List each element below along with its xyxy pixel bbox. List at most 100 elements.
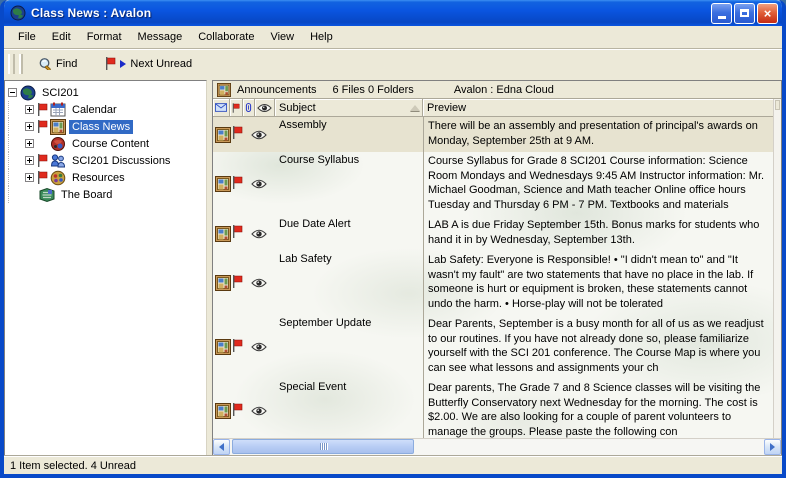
menu-message[interactable]: Message [130,28,191,46]
search-icon [38,57,52,70]
news-document-icon [215,275,231,291]
message-row-assembly[interactable]: Assembly There will be an assembly and p… [213,117,773,152]
unread-flag-icon [37,103,48,116]
expand-plus-icon[interactable] [25,173,34,182]
horizontal-scrollbar[interactable] [213,438,781,455]
column-message-icon[interactable] [213,99,230,116]
message-preview: LAB A is due Friday September 15th. Bonu… [423,216,773,251]
message-preview: There will be an assembly and presentati… [423,117,773,152]
tree-item-label: SCI201 [39,86,82,100]
unread-flag-icon [232,403,243,416]
toolbar-grip-handle[interactable] [8,54,15,74]
discussions-icon [50,153,66,169]
close-button[interactable]: × [757,3,778,24]
globe-icon [20,85,36,101]
message-row-course-syllabus[interactable]: Course Syllabus Course Syllabus for Grad… [213,152,773,216]
toolbar-grip-handle-2[interactable] [19,54,23,74]
find-button[interactable]: Find [31,53,84,74]
tree-connector [8,186,25,203]
tree-item-sci201-root[interactable]: SCI201 [8,84,206,101]
maximize-button[interactable] [734,3,755,24]
news-document-icon [215,127,231,143]
tree-connector [8,101,25,118]
tree-item-label: Resources [69,171,128,185]
tree-connector [8,135,25,152]
panel-title: Announcements [237,84,317,96]
next-unread-label: Next Unread [130,58,192,70]
eye-icon [257,103,272,113]
scroll-right-button[interactable] [764,439,781,455]
scrollbar-track[interactable] [230,439,764,455]
scrollbar-thumb[interactable] [232,439,414,454]
collapse-minus-icon[interactable] [8,88,17,97]
column-read-icon[interactable] [255,99,275,116]
message-row-lab-safety[interactable]: Lab Safety Lab Safety: Everyone is Respo… [213,251,773,315]
column-flag-icon[interactable] [230,99,243,116]
expand-plus-icon[interactable] [25,105,34,114]
minimize-icon [718,16,726,19]
message-subject: Due Date Alert [275,216,423,251]
tree-item-calendar[interactable]: Calendar [8,101,206,118]
next-unread-button[interactable]: Next Unread [98,53,199,74]
expand-plus-icon[interactable] [25,139,34,148]
message-row-september-update[interactable]: September Update Dear Parents, September… [213,315,773,379]
unread-flag-icon [232,126,243,139]
tree-item-course-content[interactable]: Course Content [8,135,206,152]
menu-view[interactable]: View [262,28,302,46]
eye-icon [251,179,267,189]
unread-flag-icon [37,154,48,167]
column-attachment-icon[interactable] [243,99,255,116]
tree-connector [8,152,25,169]
paperclip-icon [245,101,252,114]
minimize-button[interactable] [711,3,732,24]
main-area: SCI201 Calendar Class News [4,78,782,456]
window-title: Class News : Avalon [31,6,711,20]
eye-icon [251,342,267,352]
column-preview[interactable]: Preview [423,99,773,116]
vertical-scrollbar-nub [775,100,780,110]
app-globe-icon [10,5,26,21]
calendar-icon [50,102,66,118]
expand-plus-icon[interactable] [25,122,34,131]
subject-column-label: Subject [279,102,316,114]
message-subject: Course Syllabus [275,152,423,216]
menu-edit[interactable]: Edit [44,28,79,46]
arrow-right-icon [770,443,775,451]
tree-item-the-board[interactable]: The Board [8,186,206,203]
news-document-icon [215,226,231,242]
unread-flag-icon [232,275,243,288]
menu-collaborate[interactable]: Collaborate [190,28,262,46]
message-row-special-event[interactable]: Special Event Dear parents, The Grade 7 … [213,379,773,438]
message-preview: Dear Parents, September is a busy month … [423,315,773,379]
column-subject[interactable]: Subject [275,99,423,116]
expand-plus-icon[interactable] [25,156,34,165]
message-subject: Lab Safety [275,251,423,315]
message-list: Assembly There will be an assembly and p… [213,117,773,438]
resources-icon [50,170,66,186]
tree-item-label: The Board [58,188,115,202]
tree-item-sci201-discussions[interactable]: SCI201 Discussions [8,152,206,169]
tree-item-label: Calendar [69,103,120,117]
tree-item-resources[interactable]: Resources [8,169,206,186]
maximize-icon [740,9,749,17]
unread-flag-icon [37,120,48,133]
unread-flag-icon [232,176,243,189]
tree-item-class-news[interactable]: Class News [8,118,206,135]
unread-flag-icon [37,171,48,184]
message-preview: Dear parents, The Grade 7 and 8 Science … [423,379,773,438]
file-folder-counts: 6 Files 0 Folders [333,84,414,96]
menu-file[interactable]: File [10,28,44,46]
news-icon [50,119,66,135]
menu-help[interactable]: Help [302,28,341,46]
vertical-scrollbar-track[interactable] [773,99,781,438]
column-header-row: Subject Preview [213,99,773,117]
unread-flag-icon [105,57,116,70]
message-row-due-date-alert[interactable]: Due Date Alert LAB A is due Friday Septe… [213,216,773,251]
scroll-left-button[interactable] [213,439,230,455]
app-window: Class News : Avalon × File Edit Format M… [0,0,786,478]
menu-format[interactable]: Format [79,28,130,46]
title-bar[interactable]: Class News : Avalon × [4,0,782,26]
news-document-icon [215,403,231,419]
message-preview: Lab Safety: Everyone is Responsible! • "… [423,251,773,315]
message-subject: Special Event [275,379,423,438]
